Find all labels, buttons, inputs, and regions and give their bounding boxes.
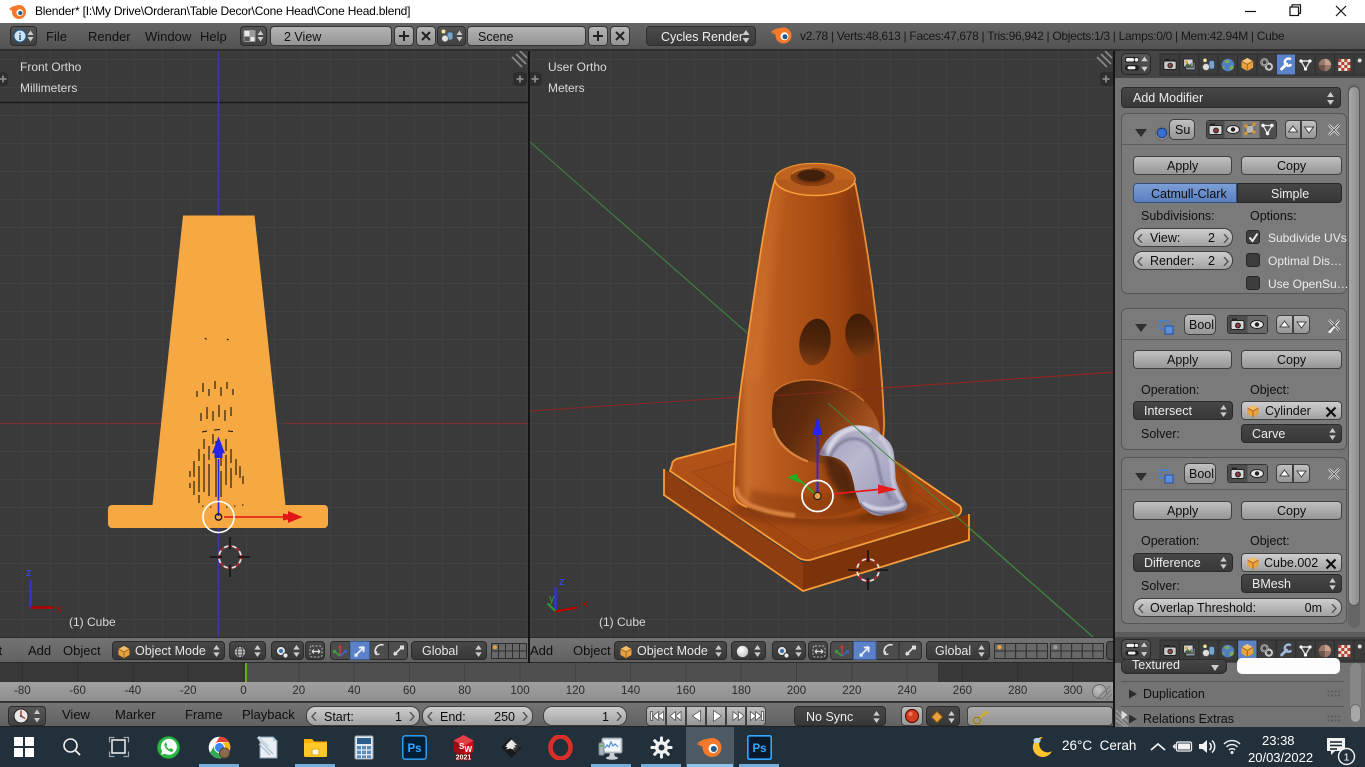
svg-text:Ps: Ps <box>752 743 766 755</box>
svg-text:z: z <box>559 576 565 588</box>
svg-text:2021: 2021 <box>456 755 472 762</box>
svg-text:x: x <box>582 598 588 610</box>
svg-text:z: z <box>26 567 32 579</box>
svg-text:x: x <box>56 603 62 615</box>
svg-text:W: W <box>465 745 473 754</box>
svg-text:Ps: Ps <box>407 743 421 755</box>
svg-text:i: i <box>19 32 22 43</box>
svg-text:y: y <box>549 593 555 605</box>
svg-text:1: 1 <box>1344 752 1350 764</box>
